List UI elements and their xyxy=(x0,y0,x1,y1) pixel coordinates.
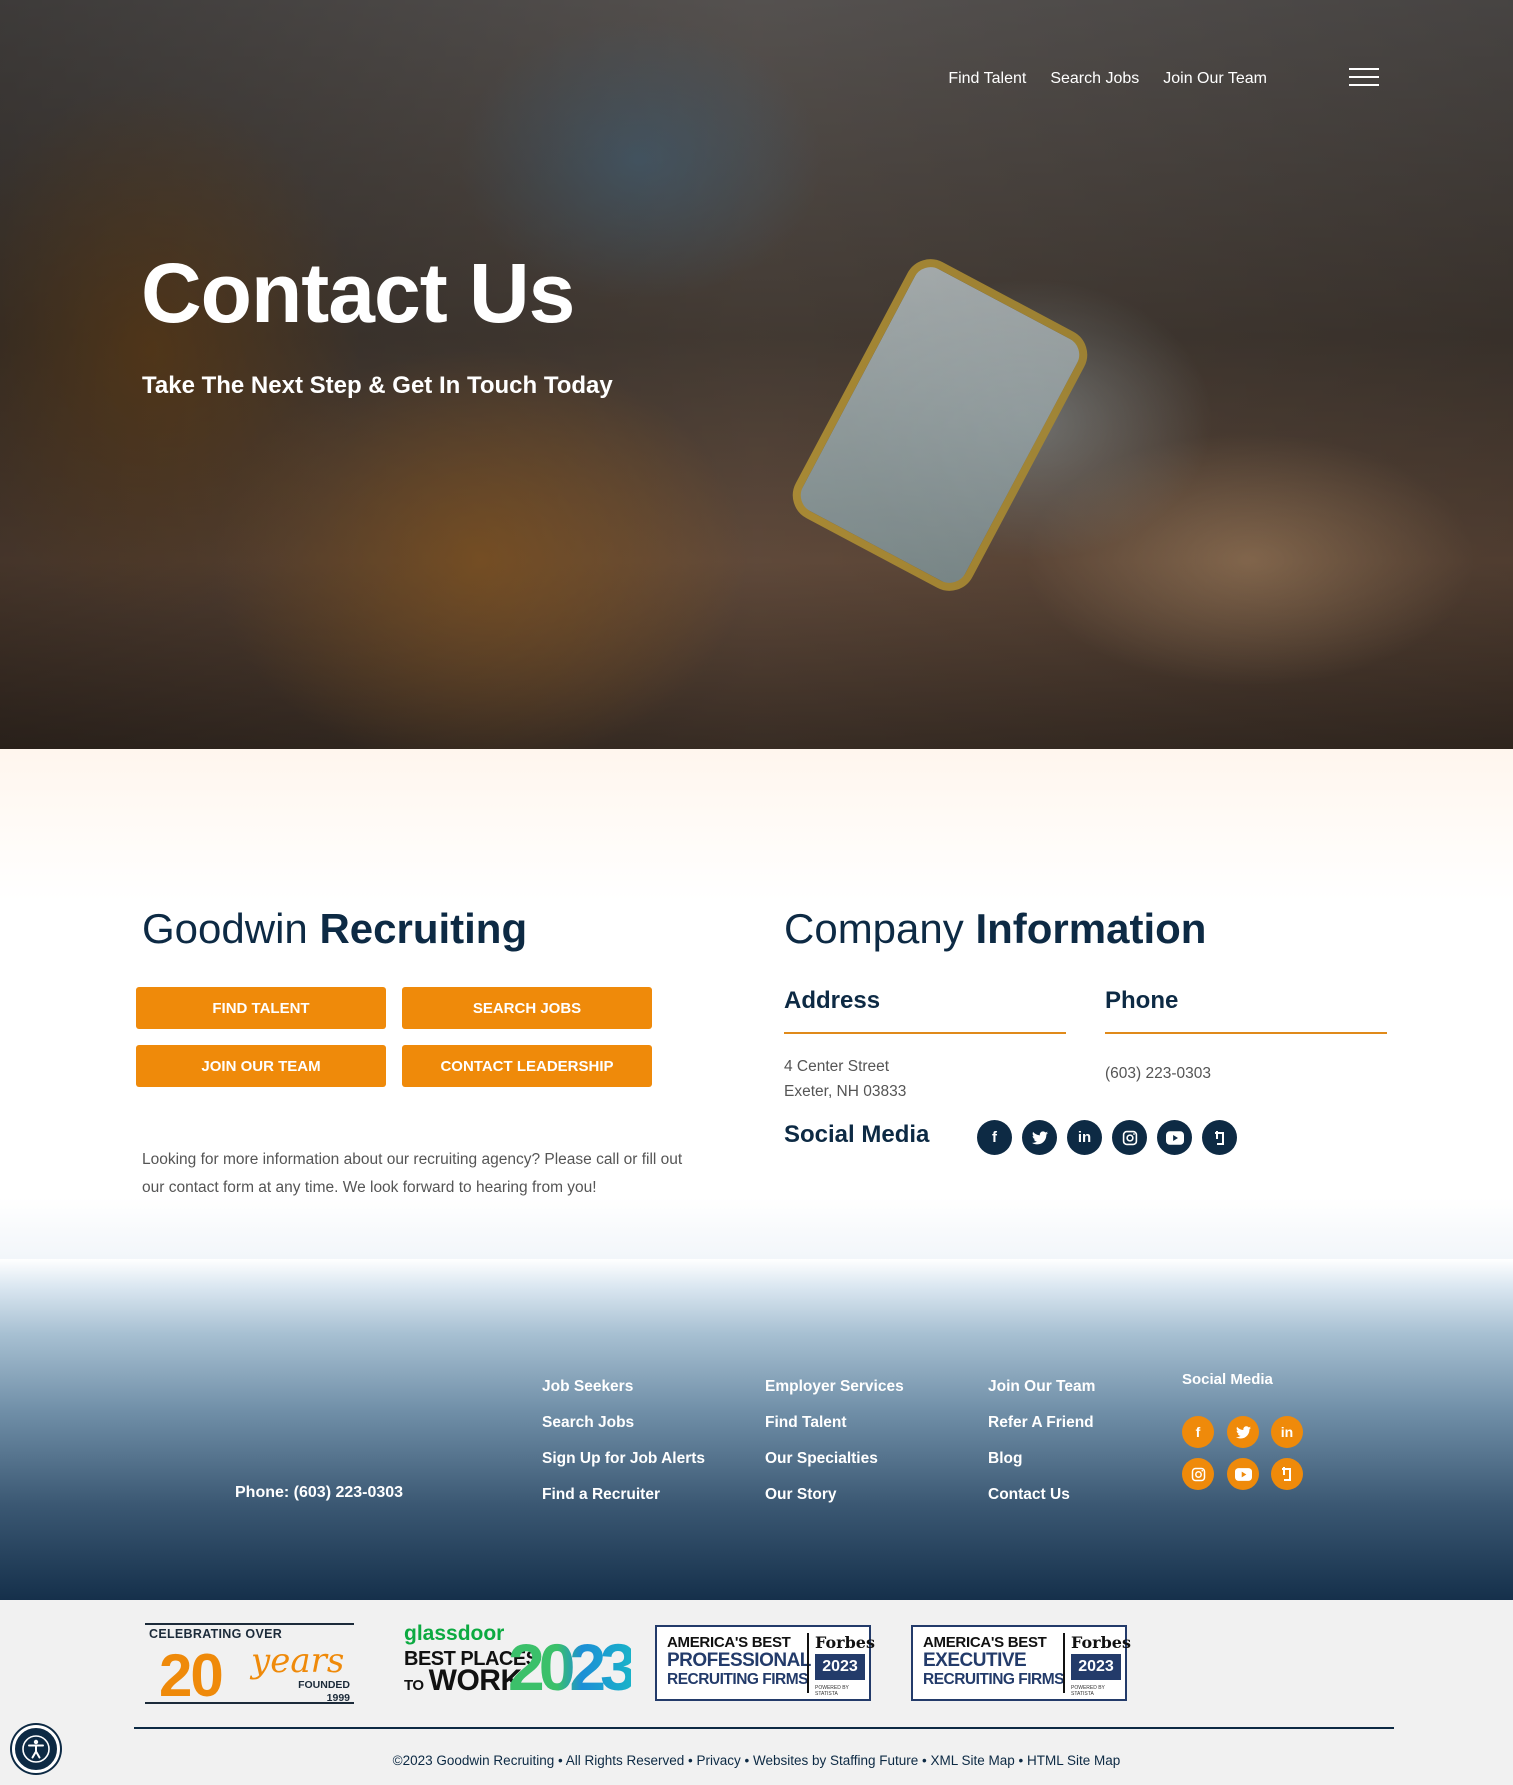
nav-join-our-team[interactable]: Join Our Team xyxy=(1163,70,1267,88)
footer-divider xyxy=(134,1727,1394,1729)
footer-facebook-icon[interactable]: f xyxy=(1182,1416,1214,1448)
linkedin-icon[interactable]: in xyxy=(1067,1120,1102,1155)
facebook-icon[interactable]: f xyxy=(977,1120,1012,1155)
page-title: Contact Us xyxy=(141,246,575,340)
footer-link-our-specialties[interactable]: Our Specialties xyxy=(765,1450,878,1468)
footer-link-employer-services[interactable]: Employer Services xyxy=(765,1378,904,1396)
accessibility-icon[interactable] xyxy=(12,1725,60,1773)
join-our-team-button[interactable]: JOIN OUR TEAM xyxy=(136,1045,386,1087)
twitter-icon[interactable] xyxy=(1022,1120,1057,1155)
footer-linkedin-icon[interactable]: in xyxy=(1271,1416,1303,1448)
footer-link-find-talent[interactable]: Find Talent xyxy=(765,1414,847,1432)
footer-instagram-icon[interactable] xyxy=(1182,1458,1214,1490)
nav-find-talent[interactable]: Find Talent xyxy=(948,70,1026,88)
search-jobs-button[interactable]: SEARCH JOBS xyxy=(402,987,652,1029)
address-label: Address xyxy=(784,987,881,1014)
footer-link-join-our-team[interactable]: Join Our Team xyxy=(988,1378,1095,1396)
copyright-text: ©2023 Goodwin Recruiting • All Rights Re… xyxy=(392,1753,1121,1768)
forbes-professional-recruiting-badge: AMERICA'S BEST PROFESSIONAL RECRUITING F… xyxy=(655,1625,875,1701)
footer-link-refer-a-friend[interactable]: Refer A Friend xyxy=(988,1414,1094,1432)
footer-social-title: Social Media xyxy=(1182,1371,1273,1388)
forbes-executive-recruiting-badge: AMERICA'S BEST EXECUTIVE RECRUITING FIRM… xyxy=(911,1625,1131,1701)
footer-twitter-icon[interactable] xyxy=(1227,1416,1259,1448)
footer-link-blog[interactable]: Blog xyxy=(988,1450,1022,1468)
goodwin-recruiting-heading: Goodwin Recruiting xyxy=(142,905,528,952)
footer-link-job-alerts[interactable]: Sign Up for Job Alerts xyxy=(542,1450,705,1468)
find-talent-button[interactable]: FIND TALENT xyxy=(136,987,386,1029)
address-line1: 4 Center Street xyxy=(784,1058,890,1075)
phone-number[interactable]: (603) 223-0303 xyxy=(1105,1061,1211,1086)
page-subtitle: Take The Next Step & Get In Touch Today xyxy=(142,372,613,399)
instagram-icon[interactable] xyxy=(1112,1120,1147,1155)
about-text: Looking for more information about our r… xyxy=(142,1151,683,1196)
phone-divider xyxy=(1105,1032,1387,1034)
hamburger-icon[interactable] xyxy=(1349,68,1379,88)
phone-label: Phone xyxy=(1105,987,1179,1014)
celebrating-20-years-badge: CELEBRATING OVER 20 years FOUNDED 1999 xyxy=(145,1623,354,1709)
company-information-heading: Company Information xyxy=(784,905,1207,952)
address-line2: Exeter, NH 03833 xyxy=(784,1083,907,1100)
social-media-label: Social Media xyxy=(784,1121,930,1148)
footer-link-job-seekers[interactable]: Job Seekers xyxy=(542,1378,633,1396)
footer-link-search-jobs[interactable]: Search Jobs xyxy=(542,1414,634,1432)
glassdoor-icon[interactable] xyxy=(1202,1120,1237,1155)
footer-link-our-story[interactable]: Our Story xyxy=(765,1486,836,1504)
footer-link-contact-us[interactable]: Contact Us xyxy=(988,1486,1070,1504)
footer-phone[interactable]: Phone: (603) 223-0303 xyxy=(235,1484,403,1502)
contact-leadership-button[interactable]: CONTACT LEADERSHIP xyxy=(402,1045,652,1087)
footer-youtube-icon[interactable] xyxy=(1227,1458,1259,1490)
hero-banner: Find Talent Search Jobs Join Our Team Co… xyxy=(0,0,1513,749)
nav-search-jobs[interactable]: Search Jobs xyxy=(1050,70,1139,88)
footer-link-find-recruiter[interactable]: Find a Recruiter xyxy=(542,1486,660,1504)
address-divider xyxy=(784,1032,1066,1034)
youtube-icon[interactable] xyxy=(1157,1120,1192,1155)
footer-glassdoor-icon[interactable] xyxy=(1271,1458,1303,1490)
glassdoor-best-places-badge: glassdoor BEST PLACES TO WORK 2023 xyxy=(404,1622,637,1704)
